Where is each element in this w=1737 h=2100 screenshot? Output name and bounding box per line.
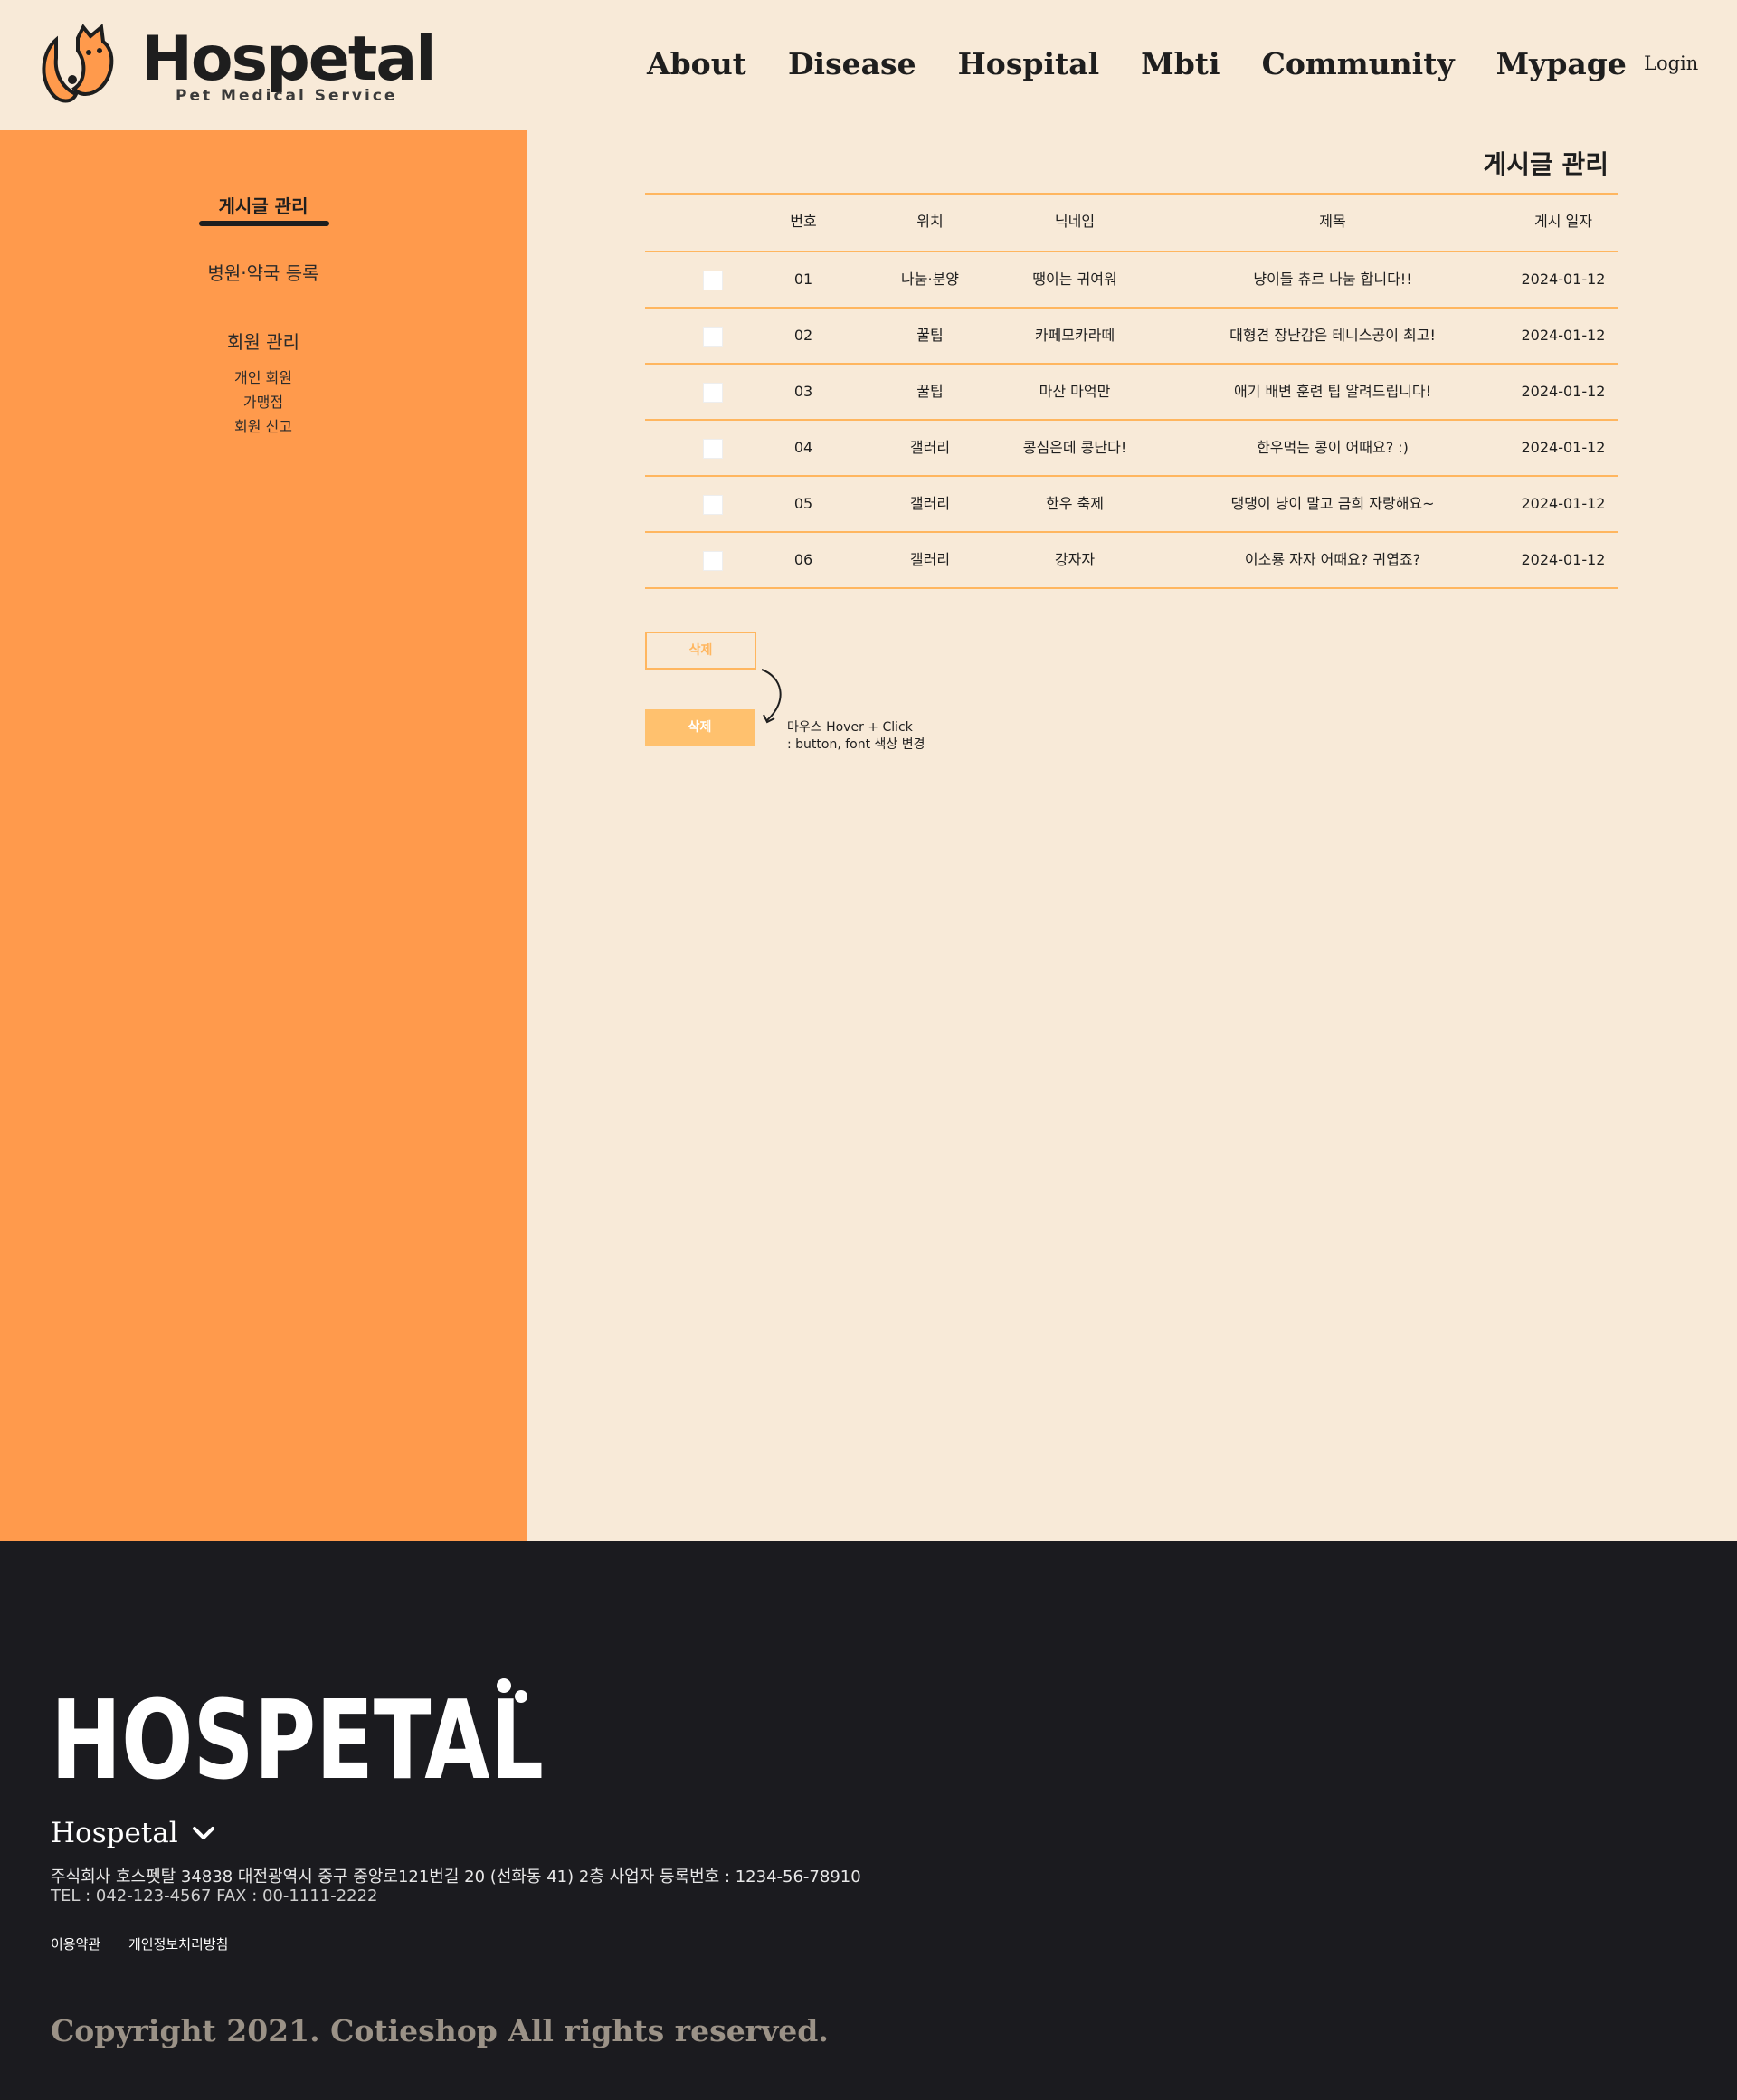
header: Hospetal Pet Medical Service About Disea… — [0, 0, 1737, 130]
nav-about[interactable]: About — [647, 42, 746, 87]
row-nickname: 카페모카라떼 — [1034, 327, 1115, 344]
footer: HOSPETAL Hospetal 주식회사 호스펫탈 34838 대전광역시 … — [0, 1541, 1737, 2100]
row-nickname: 마산 마억만 — [1039, 383, 1111, 400]
row-number: 04 — [793, 439, 813, 456]
row-checkbox[interactable] — [703, 270, 723, 290]
main-nav: About Disease Hospital Mbti Community My… — [647, 42, 1668, 87]
hover-note-line1: 마우스 Hover + Click — [787, 720, 913, 735]
table-row[interactable]: 06 갤러리 강자자 이소룡 자자 어때요? 귀엽죠? 2024-01-12 — [645, 531, 1618, 589]
row-nickname: 땡이는 귀여워 — [1032, 271, 1117, 288]
row-title[interactable]: 댕댕이 냥이 말고 금희 자랑해요~ — [1161, 477, 1504, 531]
row-checkbox[interactable] — [703, 326, 723, 347]
row-nickname: 콩심은데 콩난다! — [1022, 439, 1127, 456]
row-checkbox[interactable] — [703, 550, 723, 571]
col-location: 위치 — [916, 213, 944, 230]
row-title[interactable]: 냥이들 츄르 나눔 합니다!! — [1161, 252, 1504, 307]
row-date: 2024-01-12 — [1521, 327, 1606, 344]
row-date: 2024-01-12 — [1521, 495, 1606, 512]
row-location: 나눔·분양 — [901, 271, 959, 288]
row-checkbox[interactable] — [703, 438, 723, 459]
row-number: 06 — [793, 551, 813, 568]
row-location: 꿀팁 — [916, 383, 944, 400]
nav-disease[interactable]: Disease — [788, 42, 916, 87]
col-date: 게시 일자 — [1534, 213, 1592, 230]
checkbox-cell — [681, 421, 745, 475]
row-nickname: 한우 축제 — [1046, 495, 1104, 512]
footer-link-privacy[interactable]: 개인정보처리방침 — [128, 1934, 228, 1953]
row-title[interactable]: 대형견 장난감은 테니스공이 최고! — [1161, 309, 1504, 363]
checkbox-cell — [681, 533, 745, 587]
nav-mypage[interactable]: Mypage — [1496, 42, 1627, 87]
delete-button-hover[interactable]: 삭제 — [645, 709, 755, 746]
row-date: 2024-01-12 — [1521, 551, 1606, 568]
row-location: 갤러리 — [909, 495, 951, 512]
logo-subtitle: Pet Medical Service — [176, 87, 398, 105]
sidebar-item-hospital-register[interactable]: 병원·약국 등록 — [0, 259, 527, 285]
checkbox-cell — [681, 309, 745, 363]
table-header: 번호 위치 닉네임 제목 게시 일자 — [645, 193, 1618, 251]
col-nickname: 닉네임 — [1054, 213, 1096, 230]
admin-sidebar: 게시글 관리 병원·약국 등록 회원 관리 개인 회원 가맹점 회원 신고 — [0, 130, 527, 1543]
row-location: 꿀팁 — [916, 327, 944, 344]
sidebar-subitem-franchise[interactable]: 가맹점 — [0, 390, 527, 412]
row-date: 2024-01-12 — [1521, 383, 1606, 400]
row-checkbox[interactable] — [703, 382, 723, 403]
table-row[interactable]: 04 갤러리 콩심은데 콩난다! 한우먹는 콩이 어때요? :) 2024-01… — [645, 419, 1618, 475]
active-underline — [199, 221, 329, 226]
nav-community[interactable]: Community — [1262, 42, 1455, 87]
row-number: 01 — [793, 271, 813, 288]
sidebar-item-member-manage[interactable]: 회원 관리 — [0, 328, 527, 354]
row-checkbox[interactable] — [703, 494, 723, 515]
row-title[interactable]: 애기 배변 훈련 팁 알려드립니다! — [1161, 365, 1504, 419]
checkbox-cell — [681, 365, 745, 419]
row-date: 2024-01-12 — [1521, 271, 1606, 288]
col-title: 제목 — [1319, 213, 1346, 230]
chevron-down-icon[interactable] — [192, 1824, 215, 1842]
row-date: 2024-01-12 — [1521, 439, 1606, 456]
table-row[interactable]: 05 갤러리 한우 축제 댕댕이 냥이 말고 금희 자랑해요~ 2024-01-… — [645, 475, 1618, 531]
row-title[interactable]: 이소룡 자자 어때요? 귀엽죠? — [1161, 533, 1504, 587]
nav-hospital[interactable]: Hospital — [958, 42, 1100, 87]
footer-logo-text: HOSPETAL — [51, 1678, 544, 1792]
footer-brand[interactable]: Hospetal — [51, 1817, 178, 1849]
post-table: 번호 위치 닉네임 제목 게시 일자 01 나눔·분양 땡이는 귀여워 냥이들 … — [645, 193, 1618, 589]
login-link[interactable]: Login — [1644, 52, 1698, 74]
col-number: 번호 — [790, 213, 817, 230]
footer-contact: TEL : 042-123-4567 FAX : 00-1111-2222 — [51, 1886, 378, 1905]
logo[interactable]: Hospetal Pet Medical Service — [36, 24, 437, 110]
nav-mbti[interactable]: Mbti — [1141, 42, 1220, 87]
hover-note-line2: : button, font 색상 변경 — [787, 737, 925, 752]
table-row[interactable]: 01 나눔·분양 땡이는 귀여워 냥이들 츄르 나눔 합니다!! 2024-01… — [645, 251, 1618, 307]
table-row[interactable]: 02 꿀팁 카페모카라떼 대형견 장난감은 테니스공이 최고! 2024-01-… — [645, 307, 1618, 363]
delete-button[interactable]: 삭제 — [645, 632, 756, 670]
table-row[interactable]: 03 꿀팁 마산 마억만 애기 배변 훈련 팁 알려드립니다! 2024-01-… — [645, 363, 1618, 419]
row-number: 02 — [793, 327, 813, 344]
row-number: 03 — [793, 383, 813, 400]
footer-address: 주식회사 호스펫탈 34838 대전광역시 중구 중앙로121번길 20 (선화… — [51, 1867, 861, 1886]
checkbox-cell — [681, 252, 745, 307]
row-location: 갤러리 — [909, 551, 951, 568]
row-title[interactable]: 한우먹는 콩이 어때요? :) — [1161, 421, 1504, 475]
footer-link-terms[interactable]: 이용약관 — [51, 1934, 100, 1953]
row-location: 갤러리 — [909, 439, 951, 456]
hover-note: 마우스 Hover + Click : button, font 색상 변경 — [787, 719, 925, 754]
pet-logo-icon — [42, 24, 114, 103]
row-nickname: 강자자 — [1054, 551, 1096, 568]
sidebar-subitem-report[interactable]: 회원 신고 — [0, 414, 527, 436]
footer-logo: HOSPETAL — [51, 1678, 544, 1792]
sidebar-subitem-individual[interactable]: 개인 회원 — [0, 366, 527, 387]
row-number: 05 — [793, 495, 813, 512]
logo-text: Hospetal — [141, 24, 437, 95]
page-title: 게시글 관리 — [1483, 149, 1609, 179]
footer-copyright: Copyright 2021. Cotieshop All rights res… — [51, 2013, 829, 2048]
checkbox-cell — [681, 477, 745, 531]
sidebar-item-post-manage[interactable]: 게시글 관리 — [0, 192, 527, 218]
